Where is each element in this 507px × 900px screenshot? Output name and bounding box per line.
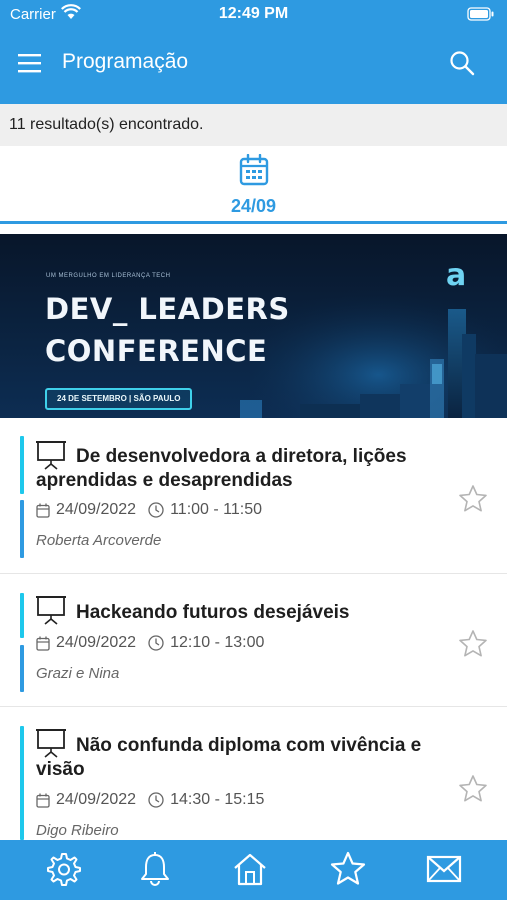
session-meta: 24/09/2022 11:00 - 11:50 [36, 501, 262, 519]
session-card[interactable]: De desenvolvedora a diretora, lições apr… [0, 418, 507, 574]
battery-icon [467, 7, 495, 26]
tab-date-label: 24/09 [230, 196, 277, 216]
session-date: 24/09/2022 [56, 501, 137, 518]
hamburger-menu-icon[interactable] [18, 52, 42, 74]
session-speaker: Digo Ribeiro [36, 822, 119, 839]
session-time: 14:30 - 15:15 [170, 791, 265, 808]
calendar-icon [36, 793, 50, 808]
settings-gear-icon[interactable] [43, 849, 83, 889]
event-banner: UM MERGULHO EM LIDERANÇA TECH DEV_ LEADE… [0, 234, 507, 418]
session-card[interactable]: Não confunda diploma com vivência e visã… [0, 708, 507, 840]
favorite-star-icon[interactable] [458, 629, 488, 664]
card-accent-bar [20, 645, 24, 692]
card-accent-bar [20, 500, 24, 558]
favorites-star-icon[interactable] [328, 849, 368, 889]
session-meta: 24/09/2022 12:10 - 13:00 [36, 634, 264, 652]
session-time: 11:00 - 11:50 [170, 501, 262, 518]
search-icon[interactable] [449, 50, 475, 76]
calendar-icon [36, 503, 50, 518]
session-meta: 24/09/2022 14:30 - 15:15 [36, 791, 264, 809]
results-count: 11 resultado(s) encontrado. [0, 104, 507, 146]
mail-icon[interactable] [424, 849, 464, 889]
page-title: Programação [62, 50, 189, 73]
home-icon[interactable] [230, 849, 270, 889]
notification-bell-icon[interactable] [135, 849, 175, 889]
tab-date[interactable]: 24/09 [0, 146, 507, 224]
session-title: De desenvolvedora a diretora, lições apr… [36, 446, 407, 491]
session-date: 24/09/2022 [56, 791, 137, 808]
clock-icon [148, 792, 164, 808]
banner-title-line1: DEV_ LEADERS [45, 292, 290, 326]
clock-icon [148, 502, 164, 518]
banner-title-line2: CONFERENCE [45, 334, 268, 368]
session-title: Hackeando futuros desejáveis [76, 602, 350, 623]
banner-date-badge: 24 DE SETEMBRO | SÃO PAULO [45, 388, 193, 410]
status-bar: Carrier 12:49 PM [0, 0, 507, 30]
app-header: Carrier 12:49 PM Programação [0, 0, 507, 104]
session-title: Não confunda diploma com vivência e visã… [36, 735, 422, 780]
card-accent-bar [20, 726, 24, 840]
card-accent-bar [20, 593, 24, 638]
favorite-star-icon[interactable] [458, 774, 488, 809]
calendar-icon [239, 153, 269, 191]
session-speaker: Grazi e Nina [36, 665, 120, 682]
session-time: 12:10 - 13:00 [170, 634, 265, 651]
session-date: 24/09/2022 [56, 634, 137, 651]
banner-logo: a [446, 258, 467, 293]
bottom-tab-bar [0, 840, 507, 900]
calendar-icon [36, 636, 50, 651]
session-card[interactable]: Hackeando futuros desejáveis 24/09/2022 … [0, 575, 507, 707]
clock: 12:49 PM [218, 5, 289, 22]
clock-icon [148, 635, 164, 651]
session-speaker: Roberta Arcoverde [36, 532, 162, 549]
banner-tagline: UM MERGULHO EM LIDERANÇA TECH [46, 273, 171, 279]
card-accent-bar [20, 436, 24, 494]
favorite-star-icon[interactable] [458, 484, 488, 519]
